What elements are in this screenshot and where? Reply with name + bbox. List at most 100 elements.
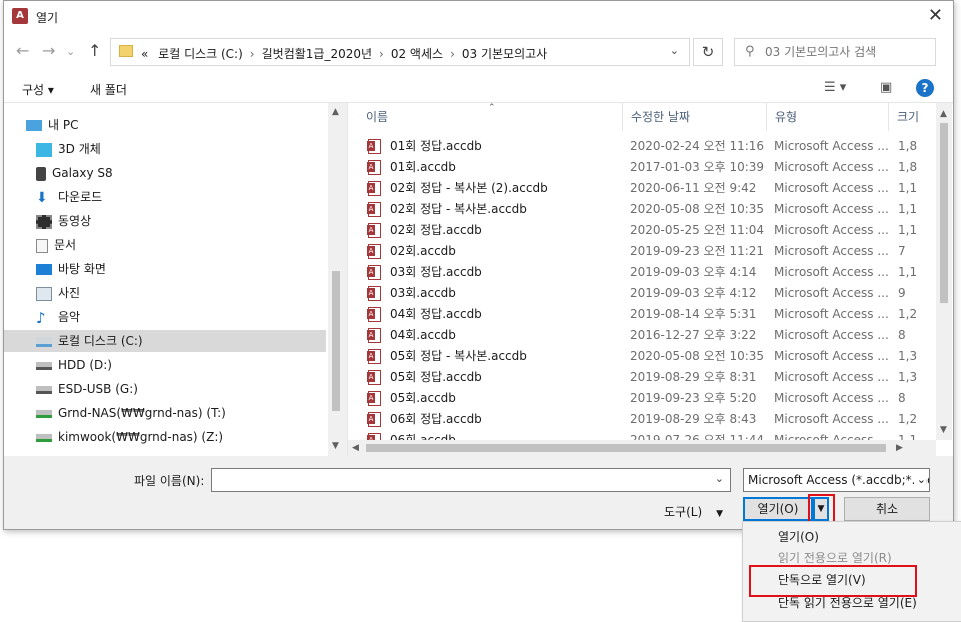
sidebar-item-desktop[interactable]: 바탕 화면 (36, 258, 336, 280)
file-row[interactable]: 02회 정답 - 복사본 (2).accdb2020-06-11 오전 9:42… (366, 178, 936, 199)
sidebar-item-documents[interactable]: 문서 (36, 234, 336, 256)
access-file-icon (367, 160, 381, 175)
sidebar-item-esd-usb-g[interactable]: ESD-USB (G:) (36, 378, 336, 400)
file-vertical-scrollbar[interactable]: ▲ ▼ (936, 103, 952, 440)
view-options-icon[interactable]: ☰ ▾ (824, 80, 846, 95)
scroll-up-icon[interactable]: ▲ (332, 107, 339, 117)
file-row[interactable]: 03회.accdb2019-09-03 오후 4:12Microsoft Acc… (366, 283, 936, 304)
file-row[interactable]: 05회 정답 - 복사본.accdb2020-05-08 오전 10:35Mic… (366, 346, 936, 367)
open-file-dialog: A 열기 ✕ ← → ⌄ ↑ « 로컬 디스크 (C:) › 길벗컴활1급_2020… (3, 0, 954, 530)
file-row[interactable]: 03회 정답.accdb2019-09-03 오후 4:14Microsoft … (366, 262, 936, 283)
sidebar-item-local-disk-c[interactable]: 로컬 디스크 (C:) (4, 330, 326, 352)
file-row[interactable]: 05회.accdb2019-09-23 오후 5:20Microsoft Acc… (366, 388, 936, 409)
recent-dropdown-icon[interactable]: ⌄ (66, 45, 75, 58)
chevron-down-icon[interactable]: ⌄ (913, 469, 926, 491)
cancel-button[interactable]: 취소 (844, 497, 930, 521)
chevron-down-icon[interactable]: ⌄ (715, 472, 724, 485)
column-header-size[interactable]: 크기 (889, 103, 939, 131)
column-header-type[interactable]: 유형 (767, 103, 889, 131)
breadcrumb-item[interactable]: 길벗컴활1급_2020년 (262, 47, 372, 61)
sidebar-item-galaxy-s8[interactable]: Galaxy S8 (36, 162, 336, 184)
file-row[interactable]: 02회.accdb2019-09-23 오전 11:21Microsoft Ac… (366, 241, 936, 262)
sidebar-item-kimwook-z[interactable]: kimwook(₩₩grnd-nas) (Z:) (36, 426, 336, 448)
scrollbar-thumb[interactable] (940, 123, 948, 303)
drive-icon (36, 385, 52, 394)
access-file-icon (367, 139, 381, 154)
menu-item-open[interactable]: 열기(O) (778, 527, 819, 547)
chevron-down-icon[interactable]: ⌄ (670, 44, 679, 57)
chevron-right-icon[interactable]: › (450, 47, 455, 61)
navigation-row: ← → ⌄ ↑ « 로컬 디스크 (C:) › 길벗컴활1급_2020년 › 02 액세… (4, 31, 953, 73)
file-row[interactable]: 04회 정답.accdb2019-08-14 오후 5:31Microsoft … (366, 304, 936, 325)
scroll-right-icon[interactable]: ▶ (896, 443, 903, 453)
file-type-value: Microsoft Access (*.accdb;*.mdb) (748, 473, 930, 487)
filename-label: 파일 이름(N): (134, 474, 205, 488)
access-app-icon: A (12, 8, 28, 24)
access-file-icon (367, 412, 381, 427)
sidebar-item-hdd-d[interactable]: HDD (D:) (36, 354, 336, 376)
access-file-icon (367, 244, 381, 259)
file-row[interactable]: 02회 정답 - 복사본.accdb2020-05-08 오전 10:35Mic… (366, 199, 936, 220)
pc-icon (26, 120, 42, 131)
scrollbar-thumb[interactable] (366, 444, 886, 452)
breadcrumb-overflow[interactable]: « (141, 47, 148, 61)
help-icon[interactable]: ? (916, 79, 934, 97)
document-icon (36, 238, 48, 253)
file-row[interactable]: 05회 정답.accdb2019-08-29 오후 8:31Microsoft … (366, 367, 936, 388)
up-arrow-icon[interactable]: ↑ (88, 41, 101, 60)
scrollbar-thumb[interactable] (332, 271, 340, 411)
file-row[interactable]: 01회 정답.accdb2020-02-24 오전 11:16Microsoft… (366, 136, 936, 157)
column-header-date[interactable]: 수정한 날짜 (623, 103, 767, 131)
breadcrumb-item[interactable]: 02 액세스 (391, 47, 443, 61)
file-row[interactable]: 06회 정답.accdb2019-08-29 오후 8:43Microsoft … (366, 409, 936, 430)
tools-menu-button[interactable]: 도구(L) ▼ (664, 503, 723, 520)
local-disk-icon (36, 336, 52, 347)
sidebar-item-3d-objects[interactable]: 3D 개체 (36, 138, 336, 160)
scroll-left-icon[interactable]: ◀ (352, 443, 359, 453)
back-arrow-icon[interactable]: ← (16, 41, 29, 60)
file-list-pane: 이름 ⌃ 수정한 날짜 유형 크기 01회 정답.accdb2020-02-24… (347, 103, 953, 456)
access-file-icon (367, 391, 381, 406)
nav-vertical-scrollbar[interactable]: ▲ ▼ (328, 103, 344, 456)
sidebar-item-music[interactable]: ♪ 음악 (36, 306, 336, 328)
scroll-down-icon[interactable]: ▼ (940, 425, 947, 435)
access-file-icon (367, 328, 381, 343)
chevron-right-icon[interactable]: › (250, 47, 255, 61)
search-icon: ⚲ (745, 44, 755, 59)
dialog-title: 열기 (36, 11, 59, 25)
filename-input[interactable]: ⌄ (211, 468, 731, 492)
file-type-select[interactable]: Microsoft Access (*.accdb;*.mdb) ⌄ (743, 468, 930, 492)
access-file-icon (367, 286, 381, 301)
access-file-icon (367, 370, 381, 385)
horizontal-scrollbar[interactable]: ◀ ▶ (348, 440, 936, 456)
file-row[interactable]: 06회.accdb2019-07-26 오전 11:44Microsoft Ac… (366, 430, 936, 440)
preview-pane-icon[interactable]: ▣ (880, 80, 892, 95)
forward-arrow-icon[interactable]: → (42, 41, 55, 60)
file-row[interactable]: 01회.accdb2017-01-03 오후 10:39Microsoft Ac… (366, 157, 936, 178)
sidebar-item-grnd-nas-t[interactable]: Grnd-NAS(₩₩grnd-nas) (T:) (36, 402, 336, 424)
address-bar[interactable]: « 로컬 디스크 (C:) › 길벗컴활1급_2020년 › 02 액세스 › 03 기본모… (110, 38, 690, 66)
open-button[interactable]: 열기(O) (743, 497, 813, 521)
scroll-down-icon[interactable]: ▼ (332, 441, 339, 451)
sidebar-item-this-pc[interactable]: 내 PC (26, 114, 326, 136)
breadcrumb-item[interactable]: 03 기본모의고사 (462, 47, 547, 61)
sidebar-item-downloads[interactable]: ⬇ 다운로드 (36, 186, 336, 208)
new-folder-button[interactable]: 새 폴더 (90, 81, 127, 98)
scroll-up-icon[interactable]: ▲ (940, 109, 947, 119)
file-row[interactable]: 02회 정답.accdb2020-05-25 오전 11:04Microsoft… (366, 220, 936, 241)
sidebar-item-pictures[interactable]: 사진 (36, 282, 336, 304)
navigation-pane: 내 PC 3D 개체 Galaxy S8 ⬇ 다운로드 동영상 문서 바탕 화면 … (4, 103, 344, 456)
access-file-icon (367, 349, 381, 364)
search-input[interactable] (763, 44, 928, 60)
breadcrumb-item[interactable]: 로컬 디스크 (C:) (158, 47, 243, 61)
chevron-right-icon[interactable]: › (379, 47, 384, 61)
search-box[interactable]: ⚲ (734, 38, 936, 66)
music-icon: ♪ (36, 308, 46, 327)
file-row[interactable]: 04회.accdb2016-12-27 오후 3:22Microsoft Acc… (366, 325, 936, 346)
organize-menu-button[interactable]: 구성 ▾ (22, 81, 54, 98)
sidebar-item-videos[interactable]: 동영상 (36, 210, 336, 232)
network-drive-icon (36, 433, 52, 442)
folder-icon (119, 45, 133, 57)
refresh-icon[interactable]: ↻ (693, 38, 723, 66)
close-icon[interactable]: ✕ (928, 5, 943, 26)
